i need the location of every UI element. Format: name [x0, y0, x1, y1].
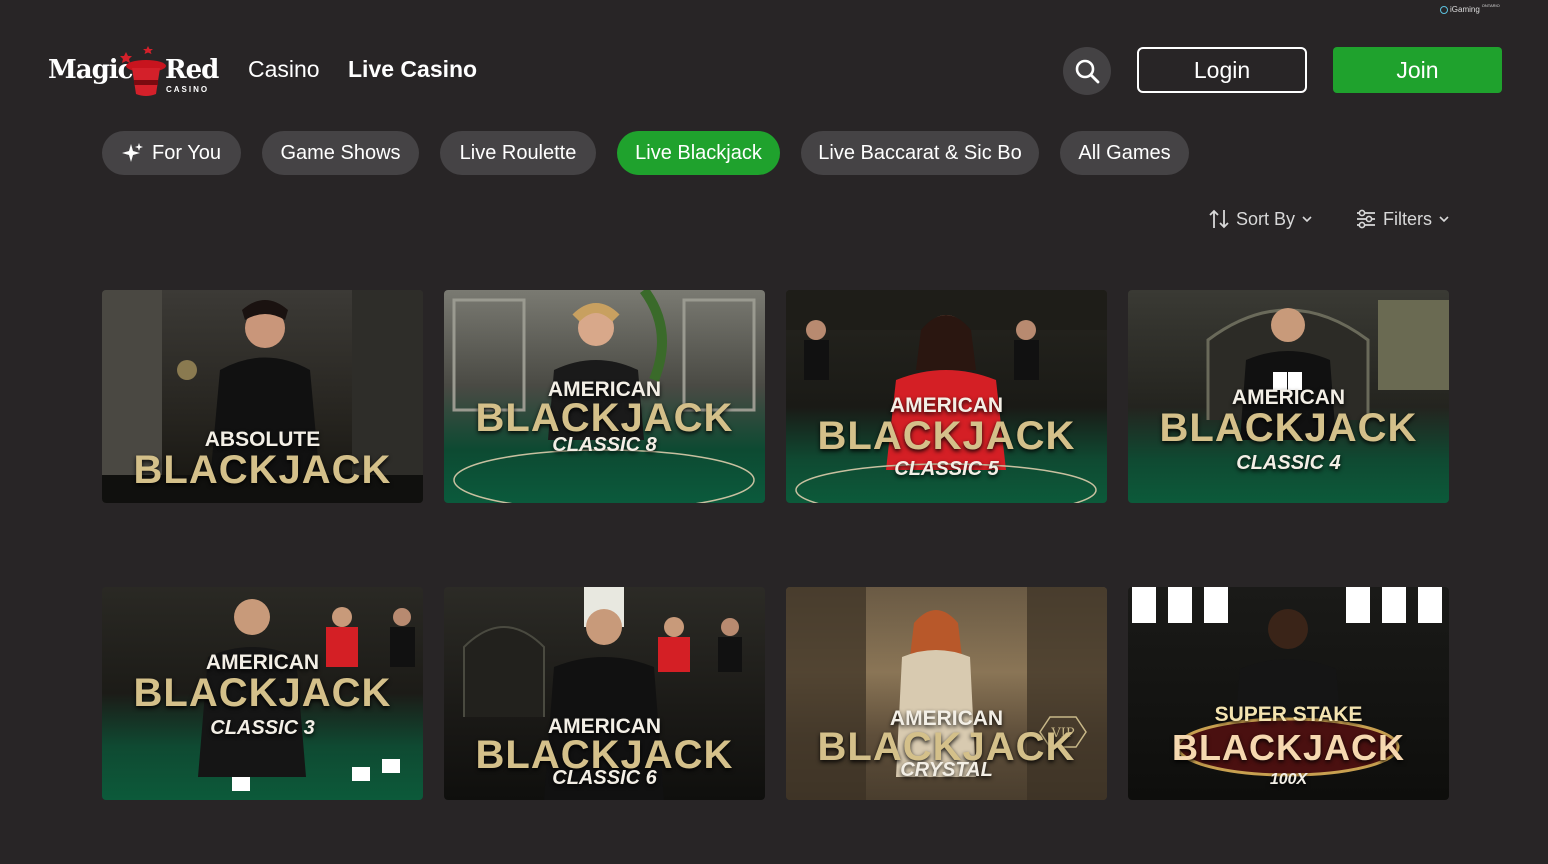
- chevron-down-icon: [1302, 216, 1312, 223]
- sort-by-label: Sort By: [1236, 208, 1296, 229]
- game-title-top: SUPER STAKE: [1214, 703, 1363, 726]
- game-title-main: BLACKJACK: [1159, 406, 1418, 450]
- game-tile-american-blackjack-classic-6[interactable]: AMERICAN BLACKJACK CLASSIC 6: [444, 587, 765, 800]
- game-tile-absolute-blackjack[interactable]: ABSOLUTE BLACKJACK: [102, 290, 423, 503]
- sort-by-dropdown[interactable]: Sort By: [1208, 206, 1313, 232]
- tab-label: All Games: [1078, 141, 1171, 164]
- game-title-sub: 100X: [1269, 771, 1308, 788]
- game-title-main: BLACKJACK: [1172, 727, 1405, 768]
- game-title-main: BLACKJACK: [817, 414, 1076, 458]
- sparkle-icon: [122, 143, 144, 162]
- tab-label: For You: [152, 141, 221, 164]
- tab-label: Live Roulette: [459, 141, 577, 164]
- tab-all-games[interactable]: All Games: [1060, 131, 1189, 175]
- game-title-sub: CLASSIC 8: [552, 434, 657, 456]
- game-tile-american-blackjack-classic-8[interactable]: AMERICAN BLACKJACK CLASSIC 8: [444, 290, 765, 503]
- game-title-sub: CLASSIC 5: [894, 458, 999, 480]
- login-button[interactable]: Login: [1137, 47, 1307, 93]
- logo-sub-casino: CASINO: [166, 85, 210, 94]
- filter-sliders-icon: [1357, 209, 1375, 229]
- logo-word-red: Red: [165, 55, 219, 85]
- game-title-main: BLACKJACK: [133, 448, 392, 492]
- game-title-sub: CRYSTAL: [900, 759, 993, 781]
- sort-arrows-icon: [1209, 209, 1229, 229]
- game-tile-american-blackjack-classic-3[interactable]: AMERICAN BLACKJACK CLASSIC 3: [102, 587, 423, 800]
- game-tile-american-blackjack-classic-5[interactable]: AMERICAN BLACKJACK CLASSIC 5: [786, 290, 1107, 503]
- tab-live-baccarat-sic-bo[interactable]: Live Baccarat & Sic Bo: [801, 131, 1039, 175]
- tab-live-roulette[interactable]: Live Roulette: [440, 131, 596, 175]
- game-title-main: BLACKJACK: [133, 671, 392, 715]
- join-button[interactable]: Join: [1333, 47, 1502, 93]
- nav-live-casino-link[interactable]: Live Casino: [348, 56, 477, 83]
- game-tile-super-stake-blackjack-100x[interactable]: SUPER STAKE BLACKJACK 100X: [1128, 587, 1449, 800]
- chevron-down-icon: [1439, 216, 1449, 223]
- filters-dropdown[interactable]: Filters: [1355, 206, 1450, 232]
- game-tile-american-blackjack-classic-4[interactable]: AMERICAN BLACKJACK CLASSIC 4: [1128, 290, 1449, 503]
- tab-label: Game Shows: [280, 141, 401, 164]
- game-title-sub: CLASSIC 3: [210, 717, 315, 739]
- magicred-logo[interactable]: Magic Red CASINO: [48, 44, 219, 100]
- search-button[interactable]: [1063, 47, 1111, 95]
- game-title-sub: CLASSIC 6: [552, 767, 657, 789]
- tab-game-shows[interactable]: Game Shows: [262, 131, 419, 175]
- tab-live-blackjack[interactable]: Live Blackjack: [617, 131, 780, 175]
- tab-label: Live Blackjack: [635, 141, 762, 164]
- tab-label: Live Baccarat & Sic Bo: [818, 141, 1022, 164]
- site-header: Magic Red CASINO Casino Live Casino Logi…: [0, 0, 1548, 115]
- search-icon: [1075, 59, 1100, 84]
- game-title-sub: CLASSIC 4: [1236, 452, 1341, 474]
- filters-label: Filters: [1383, 208, 1432, 229]
- nav-casino-link[interactable]: Casino: [248, 56, 320, 83]
- tab-for-you[interactable]: For You: [102, 131, 241, 175]
- game-tile-american-blackjack-crystal[interactable]: VIP AMERICAN BLACKJACK CRYSTAL: [786, 587, 1107, 800]
